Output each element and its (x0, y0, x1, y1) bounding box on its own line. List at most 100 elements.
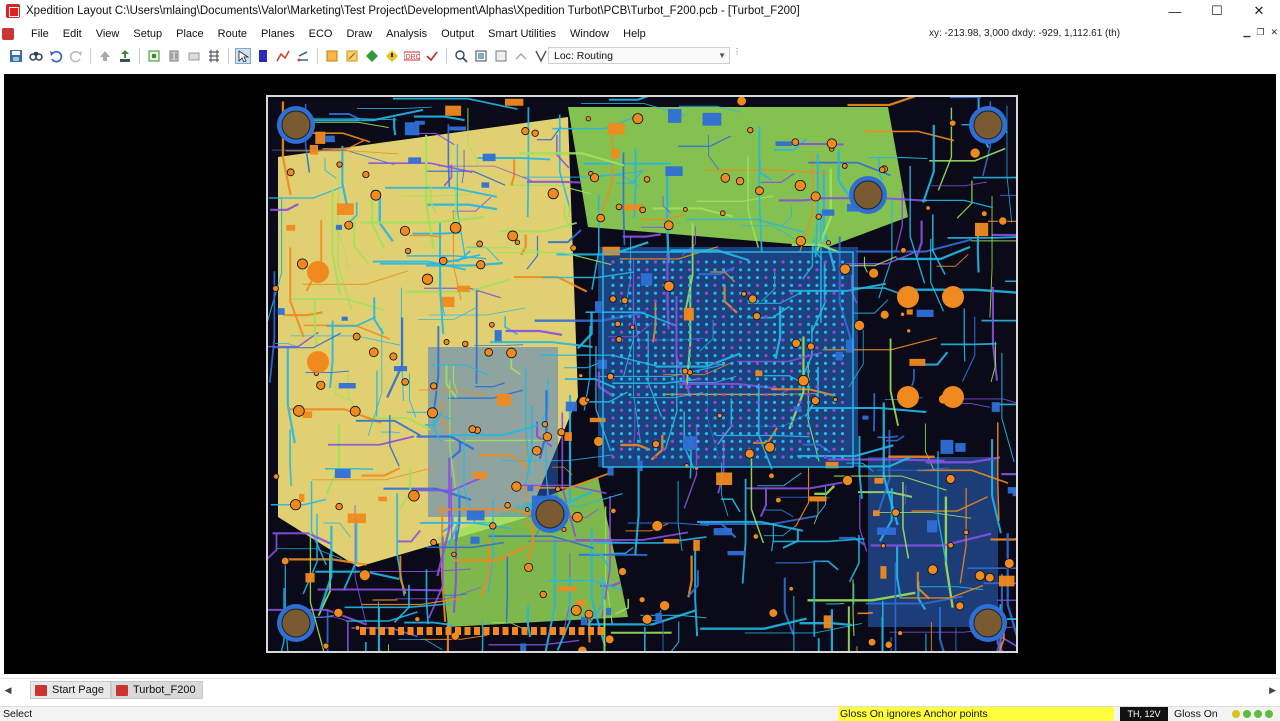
tab-turbot-f200[interactable]: Turbot_F200 (111, 681, 203, 699)
via (816, 214, 821, 219)
tab-scroll-right-icon[interactable]: ▶ (1269, 685, 1276, 696)
place-part-icon[interactable] (166, 48, 182, 64)
via (826, 241, 830, 245)
toolbar-grip-icon[interactable]: ⋮ (733, 47, 739, 65)
bga-pad (832, 370, 835, 373)
doc-restore-icon[interactable]: ❐ (1256, 27, 1264, 38)
net-explorer-icon[interactable] (364, 48, 380, 64)
menu-setup[interactable]: Setup (126, 24, 169, 44)
bga-pad (722, 354, 725, 357)
bga-pad (790, 276, 793, 279)
via (737, 97, 747, 106)
bga-pad (628, 260, 631, 263)
bga-pad (679, 284, 682, 287)
save-icon[interactable] (8, 48, 24, 64)
bga-pad (747, 315, 750, 318)
menu-analysis[interactable]: Analysis (379, 24, 434, 44)
select-mode-icon[interactable] (235, 48, 251, 64)
via (586, 398, 590, 402)
pcb-board[interactable] (266, 95, 1018, 653)
menu-planes[interactable]: Planes (254, 24, 302, 44)
menu-help[interactable]: Help (616, 24, 653, 44)
smd-pad (684, 308, 694, 321)
menu-view[interactable]: View (89, 24, 127, 44)
edit-icon[interactable] (344, 48, 360, 64)
plow-icon[interactable] (295, 48, 311, 64)
smd-pad (862, 416, 868, 420)
bga-pad (798, 448, 801, 451)
via (660, 601, 670, 611)
bga-pad (739, 260, 742, 263)
view-layers-icon[interactable] (513, 48, 529, 64)
via (444, 339, 449, 344)
bga-pad (790, 416, 793, 419)
component-icon[interactable] (117, 48, 133, 64)
bga-pad (654, 292, 657, 295)
minimize-button[interactable]: — (1154, 0, 1196, 22)
place-group-icon[interactable] (186, 48, 202, 64)
smd-pad (315, 132, 325, 144)
status-gloss[interactable]: Gloss On (1174, 708, 1218, 720)
menu-place[interactable]: Place (169, 24, 211, 44)
fanout-icon[interactable] (206, 48, 222, 64)
undo-icon[interactable] (48, 48, 64, 64)
via (769, 473, 775, 479)
tab-scroll-left-icon[interactable]: ◀ (0, 685, 16, 696)
bga-pad (628, 292, 631, 295)
tab-start-page[interactable]: Start Page (30, 681, 111, 699)
bga-pad (662, 409, 665, 412)
redo-icon[interactable] (68, 48, 84, 64)
hazards-icon[interactable] (533, 48, 549, 64)
menu-output[interactable]: Output (434, 24, 481, 44)
close-button[interactable]: ✕ (1238, 0, 1280, 22)
review-check-icon[interactable] (424, 48, 440, 64)
layer-combo[interactable]: Loc: Routing ▼ (548, 47, 730, 64)
doc-close-icon[interactable]: ✕ (1270, 27, 1278, 38)
via (610, 296, 617, 303)
menu-window[interactable]: Window (563, 24, 616, 44)
bga-pad (781, 455, 784, 458)
bga-pad (824, 276, 827, 279)
bga-pad (798, 455, 801, 458)
bga-pad (688, 268, 691, 271)
app-icon[interactable] (6, 4, 20, 18)
via (975, 571, 985, 581)
bga-pad (815, 292, 818, 295)
document-icon[interactable] (2, 28, 14, 40)
bga-pad (637, 292, 640, 295)
layer-color-icon[interactable] (255, 48, 271, 64)
smd-pad (342, 317, 348, 321)
bga-pad (671, 362, 674, 365)
bga-pad (628, 385, 631, 388)
menu-eco[interactable]: ECO (302, 24, 340, 44)
menu-draw[interactable]: Draw (339, 24, 379, 44)
pan-up-icon[interactable] (97, 48, 113, 64)
route-icon[interactable] (275, 48, 291, 64)
via (720, 211, 725, 216)
drc-icon[interactable]: DRC (404, 48, 420, 64)
zoom-extents-icon[interactable] (493, 48, 509, 64)
bga-pad (781, 338, 784, 341)
display-control-icon[interactable] (324, 48, 340, 64)
menu-file[interactable]: File (24, 24, 56, 44)
doc-minimize-icon[interactable]: ▁ (1243, 27, 1250, 38)
bga-pad (739, 416, 742, 419)
chevron-down-icon[interactable]: ▼ (718, 51, 726, 60)
board-outline-icon[interactable] (146, 48, 162, 64)
zoom-icon[interactable] (453, 48, 469, 64)
menu-route[interactable]: Route (211, 24, 254, 44)
bga-pad (832, 377, 835, 380)
design-canvas[interactable] (4, 74, 1276, 674)
bga-pad (637, 401, 640, 404)
mounting-hole (974, 609, 1002, 637)
drc-warning-icon[interactable] (384, 48, 400, 64)
bga-pad (679, 331, 682, 334)
menu-edit[interactable]: Edit (56, 24, 89, 44)
smd-pad (716, 472, 732, 485)
find-icon[interactable] (28, 48, 44, 64)
bga-pad (620, 416, 623, 419)
menu-smart-utilities[interactable]: Smart Utilities (481, 24, 563, 44)
fit-board-icon[interactable] (473, 48, 489, 64)
bga-pad (764, 299, 767, 302)
maximize-button[interactable]: ☐ (1196, 0, 1238, 22)
